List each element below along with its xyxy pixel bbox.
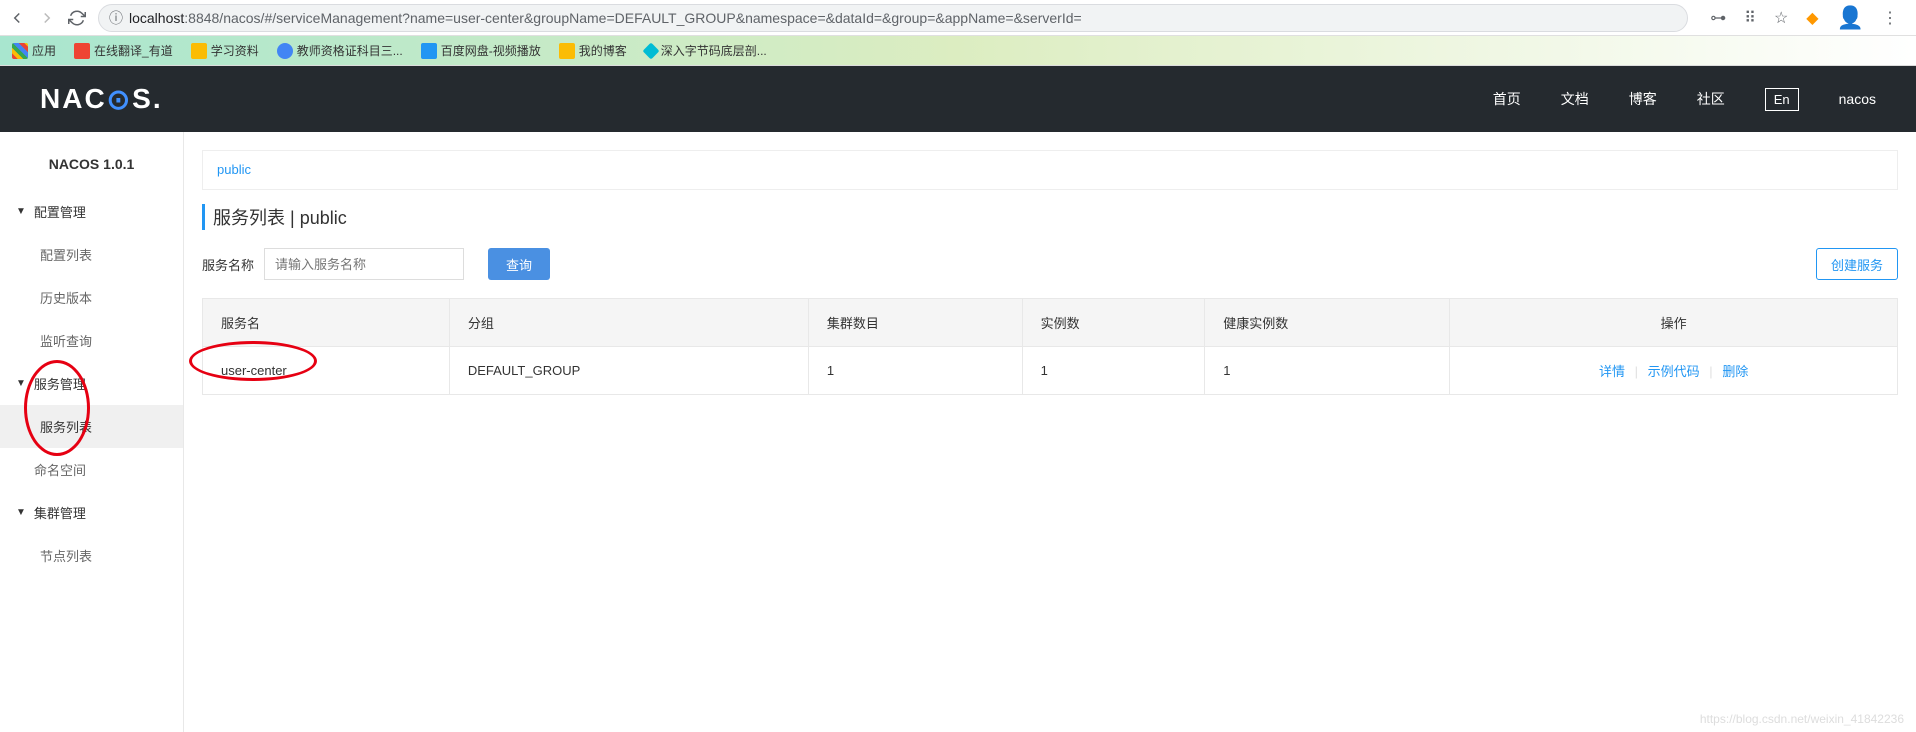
caret-down-icon: ▼ (16, 507, 26, 518)
apps-shortcut[interactable]: 应用 (12, 42, 56, 59)
menu-cluster-mgmt[interactable]: ▼ 集群管理 (0, 491, 183, 534)
bookmark-item[interactable]: 在线翻译_有道 (74, 42, 173, 59)
cell-healthy: 1 (1205, 347, 1450, 395)
sidebar-title: NACOS 1.0.1 (0, 156, 183, 190)
caret-down-icon: ▼ (16, 206, 26, 217)
menu-service-list[interactable]: 服务列表 (0, 405, 183, 448)
action-delete[interactable]: 删除 (1722, 364, 1748, 379)
query-button[interactable]: 查询 (488, 248, 550, 280)
menu-service-mgmt[interactable]: ▼ 服务管理 (0, 362, 183, 405)
action-sample-code[interactable]: 示例代码 (1648, 364, 1700, 379)
th-name: 服务名 (203, 299, 450, 347)
content-area: public 服务列表 | public 服务名称 查询 创建服务 服务名 分组… (184, 132, 1916, 732)
bookmark-item[interactable]: 学习资料 (191, 42, 259, 59)
menu-icon[interactable]: ⋮ (1882, 8, 1898, 28)
th-healthy: 健康实例数 (1205, 299, 1450, 347)
nav-docs[interactable]: 文档 (1561, 89, 1589, 109)
nav-home[interactable]: 首页 (1493, 89, 1521, 109)
bookmark-item[interactable]: 百度网盘-视频播放 (421, 42, 541, 59)
extension-icon[interactable]: ◆ (1806, 8, 1818, 28)
menu-listener-query[interactable]: 监听查询 (0, 319, 183, 362)
bookmark-item[interactable]: 深入字节码底层剖... (645, 42, 767, 59)
cell-actions: 详情 | 示例代码 | 删除 (1450, 347, 1898, 395)
cell-name: user-center (203, 347, 450, 395)
bookmark-item[interactable]: 教师资格证科目三... (277, 42, 403, 59)
back-icon[interactable] (8, 9, 26, 27)
header-nav: 首页 文档 博客 社区 En nacos (1493, 88, 1876, 111)
th-group: 分组 (449, 299, 808, 347)
app-header: NAC⊙S. 首页 文档 博客 社区 En nacos (0, 66, 1916, 132)
cell-clusters: 1 (808, 347, 1022, 395)
action-detail[interactable]: 详情 (1599, 364, 1625, 379)
menu-config-mgmt[interactable]: ▼ 配置管理 (0, 190, 183, 233)
forward-icon[interactable] (38, 9, 56, 27)
th-clusters: 集群数目 (808, 299, 1022, 347)
namespace-tabs: public (202, 150, 1898, 190)
menu-namespaces[interactable]: 命名空间 (0, 448, 183, 491)
separator: | (1709, 364, 1712, 379)
star-icon[interactable]: ☆ (1774, 8, 1788, 28)
th-instances: 实例数 (1022, 299, 1205, 347)
separator: | (1635, 364, 1638, 379)
sidebar: NACOS 1.0.1 ▼ 配置管理 配置列表 历史版本 监听查询 ▼ 服务管理… (0, 132, 184, 732)
translate-icon[interactable]: ⠿ (1744, 8, 1756, 28)
page-title: 服务列表 | public (202, 204, 1898, 230)
tab-public[interactable]: public (217, 162, 251, 177)
key-icon[interactable]: ⊶ (1710, 8, 1726, 28)
create-service-button[interactable]: 创建服务 (1816, 248, 1898, 280)
info-icon: ⓘ (109, 8, 123, 28)
cell-group: DEFAULT_GROUP (449, 347, 808, 395)
nav-user[interactable]: nacos (1839, 91, 1876, 107)
search-row: 服务名称 查询 创建服务 (202, 248, 1898, 280)
search-label: 服务名称 (202, 255, 254, 274)
browser-right-icons: ⊶ ⠿ ☆ ◆ 👤 ⋮ (1700, 5, 1908, 31)
menu-config-list[interactable]: 配置列表 (0, 233, 183, 276)
service-name-input[interactable] (264, 248, 464, 280)
caret-down-icon: ▼ (16, 378, 26, 389)
url-bar[interactable]: ⓘ localhost:8848/nacos/#/serviceManageme… (98, 4, 1688, 32)
cell-instances: 1 (1022, 347, 1205, 395)
url-text: localhost:8848/nacos/#/serviceManagement… (129, 10, 1677, 26)
browser-toolbar: ⓘ localhost:8848/nacos/#/serviceManageme… (0, 0, 1916, 36)
nav-community[interactable]: 社区 (1697, 89, 1725, 109)
th-actions: 操作 (1450, 299, 1898, 347)
menu-node-list[interactable]: 节点列表 (0, 534, 183, 577)
bookmarks-bar: 应用 在线翻译_有道 学习资料 教师资格证科目三... 百度网盘-视频播放 我的… (0, 36, 1916, 66)
service-table: 服务名 分组 集群数目 实例数 健康实例数 操作 user-center DEF… (202, 298, 1898, 395)
logo: NAC⊙S. (40, 83, 163, 116)
reload-icon[interactable] (68, 9, 86, 27)
lang-switch[interactable]: En (1765, 88, 1799, 111)
profile-icon[interactable]: 👤 (1837, 5, 1864, 31)
bookmark-item[interactable]: 我的博客 (559, 42, 627, 59)
nav-blog[interactable]: 博客 (1629, 89, 1657, 109)
main-container: NACOS 1.0.1 ▼ 配置管理 配置列表 历史版本 监听查询 ▼ 服务管理… (0, 132, 1916, 732)
menu-history[interactable]: 历史版本 (0, 276, 183, 319)
table-row: user-center DEFAULT_GROUP 1 1 1 详情 | 示例代… (203, 347, 1898, 395)
